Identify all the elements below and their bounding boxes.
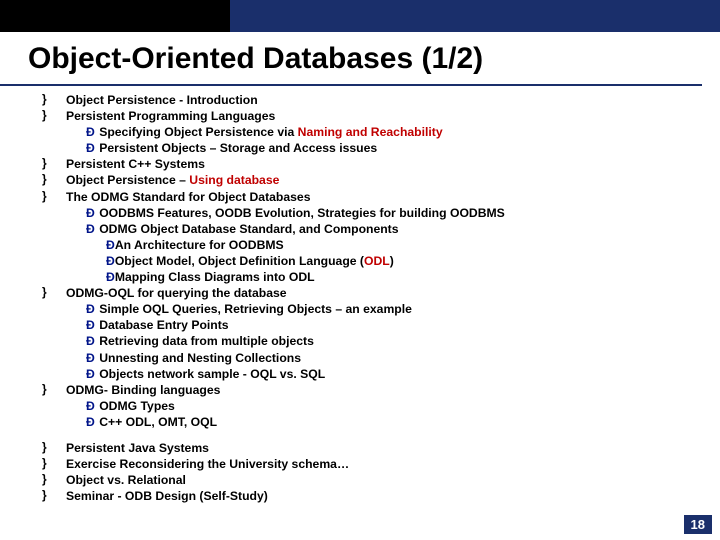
bullet-text: Persistent Java Systems — [66, 441, 209, 455]
sub-item: Ð Objects network sample - OQL vs. SQL — [42, 366, 702, 382]
sub-text: Objects network sample - OQL vs. SQL — [96, 367, 325, 381]
sub-text-red: Naming and Reachability — [298, 125, 443, 139]
arrow-icon: Ð — [106, 238, 115, 252]
bullet-item: Object vs. Relational — [42, 472, 702, 488]
slide-title: Object-Oriented Databases (1/2) — [0, 32, 702, 86]
sub-item: Ð Database Entry Points — [42, 317, 702, 333]
sub2-text: Object Model, Object Definition Language… — [115, 254, 394, 268]
arrow-icon: Ð — [86, 125, 95, 139]
sub2-item: ÐMapping Class Diagrams into ODL — [42, 269, 702, 285]
sub-item: Ð Simple OQL Queries, Retrieving Objects… — [42, 301, 702, 317]
sub-item: Ð Specifying Object Persistence via Nami… — [42, 124, 702, 140]
sub-text: Persistent Objects – Storage and Access … — [96, 141, 377, 155]
sub2-item: ÐAn Architecture for OODBMS — [42, 237, 702, 253]
arrow-icon: Ð — [86, 318, 95, 332]
bullet-text: ODMG- Binding languages — [66, 383, 220, 397]
sub-text: Retrieving data from multiple objects — [96, 334, 314, 348]
bullet-item: Persistent Programming Languages — [42, 108, 702, 124]
arrow-icon: Ð — [86, 399, 95, 413]
sub-item: Ð ODMG Types — [42, 398, 702, 414]
bullet-item: Object Persistence - Introduction — [42, 92, 702, 108]
header-bar-accent — [0, 0, 230, 32]
bullet-item: Persistent C++ Systems — [42, 156, 702, 172]
bullet-text: Seminar - ODB Design (Self-Study) — [66, 489, 268, 503]
sub-item: Ð ODMG Object Database Standard, and Com… — [42, 221, 702, 237]
bullet-item: Exercise Reconsidering the University sc… — [42, 456, 702, 472]
sub-text: Unnesting and Nesting Collections — [96, 351, 301, 365]
arrow-icon: Ð — [86, 415, 95, 429]
bullet-text: Object vs. Relational — [66, 473, 186, 487]
sub-item: Ð C++ ODL, OMT, OQL — [42, 414, 702, 430]
bullet-item: Object Persistence – Using database — [42, 172, 702, 188]
arrow-icon: Ð — [86, 367, 95, 381]
sub-text: Database Entry Points — [96, 318, 229, 332]
arrow-icon: Ð — [86, 206, 95, 220]
sub-text: C++ ODL, OMT, OQL — [96, 415, 217, 429]
sub2-item: ÐObject Model, Object Definition Languag… — [42, 253, 702, 269]
sub-text: OODBMS Features, OODB Evolution, Strateg… — [96, 206, 505, 220]
sub-item: Ð Unnesting and Nesting Collections — [42, 350, 702, 366]
sub-item: Ð Retrieving data from multiple objects — [42, 333, 702, 349]
page-number: 18 — [684, 515, 712, 534]
sub2-text: An Architecture for OODBMS — [115, 238, 284, 252]
sub-item: Ð OODBMS Features, OODB Evolution, Strat… — [42, 205, 702, 221]
arrow-icon: Ð — [86, 222, 95, 236]
bullet-item: ODMG- Binding languages — [42, 382, 702, 398]
bullet-item: The ODMG Standard for Object Databases — [42, 189, 702, 205]
sub-text: Simple OQL Queries, Retrieving Objects –… — [96, 302, 412, 316]
bullet-item: Seminar - ODB Design (Self-Study) — [42, 488, 702, 504]
sub-text: ODMG Types — [96, 399, 175, 413]
sub2-text: Mapping Class Diagrams into ODL — [115, 270, 315, 284]
bullet-text: Object Persistence – Using database — [66, 173, 279, 187]
arrow-icon: Ð — [86, 334, 95, 348]
bullet-text: Exercise Reconsidering the University sc… — [66, 457, 349, 471]
sub-item: Ð Persistent Objects – Storage and Acces… — [42, 140, 702, 156]
sub-text: Specifying Object Persistence via — [96, 125, 298, 139]
bullet-text: Persistent C++ Systems — [66, 157, 205, 171]
arrow-icon: Ð — [86, 302, 95, 316]
bullet-text: Object Persistence - Introduction — [66, 93, 258, 107]
bullet-item: Persistent Java Systems — [42, 440, 702, 456]
arrow-icon: Ð — [86, 141, 95, 155]
header-bar — [0, 0, 720, 32]
bullet-text: ODMG-OQL for querying the database — [66, 286, 287, 300]
arrow-icon: Ð — [86, 351, 95, 365]
bullet-text: Persistent Programming Languages — [66, 109, 275, 123]
slide-content: Object Persistence - Introduction Persis… — [0, 92, 720, 504]
arrow-icon: Ð — [106, 270, 115, 284]
bullet-item: ODMG-OQL for querying the database — [42, 285, 702, 301]
sub-text: ODMG Object Database Standard, and Compo… — [96, 222, 399, 236]
arrow-icon: Ð — [106, 254, 115, 268]
bullet-text: The ODMG Standard for Object Databases — [66, 190, 310, 204]
